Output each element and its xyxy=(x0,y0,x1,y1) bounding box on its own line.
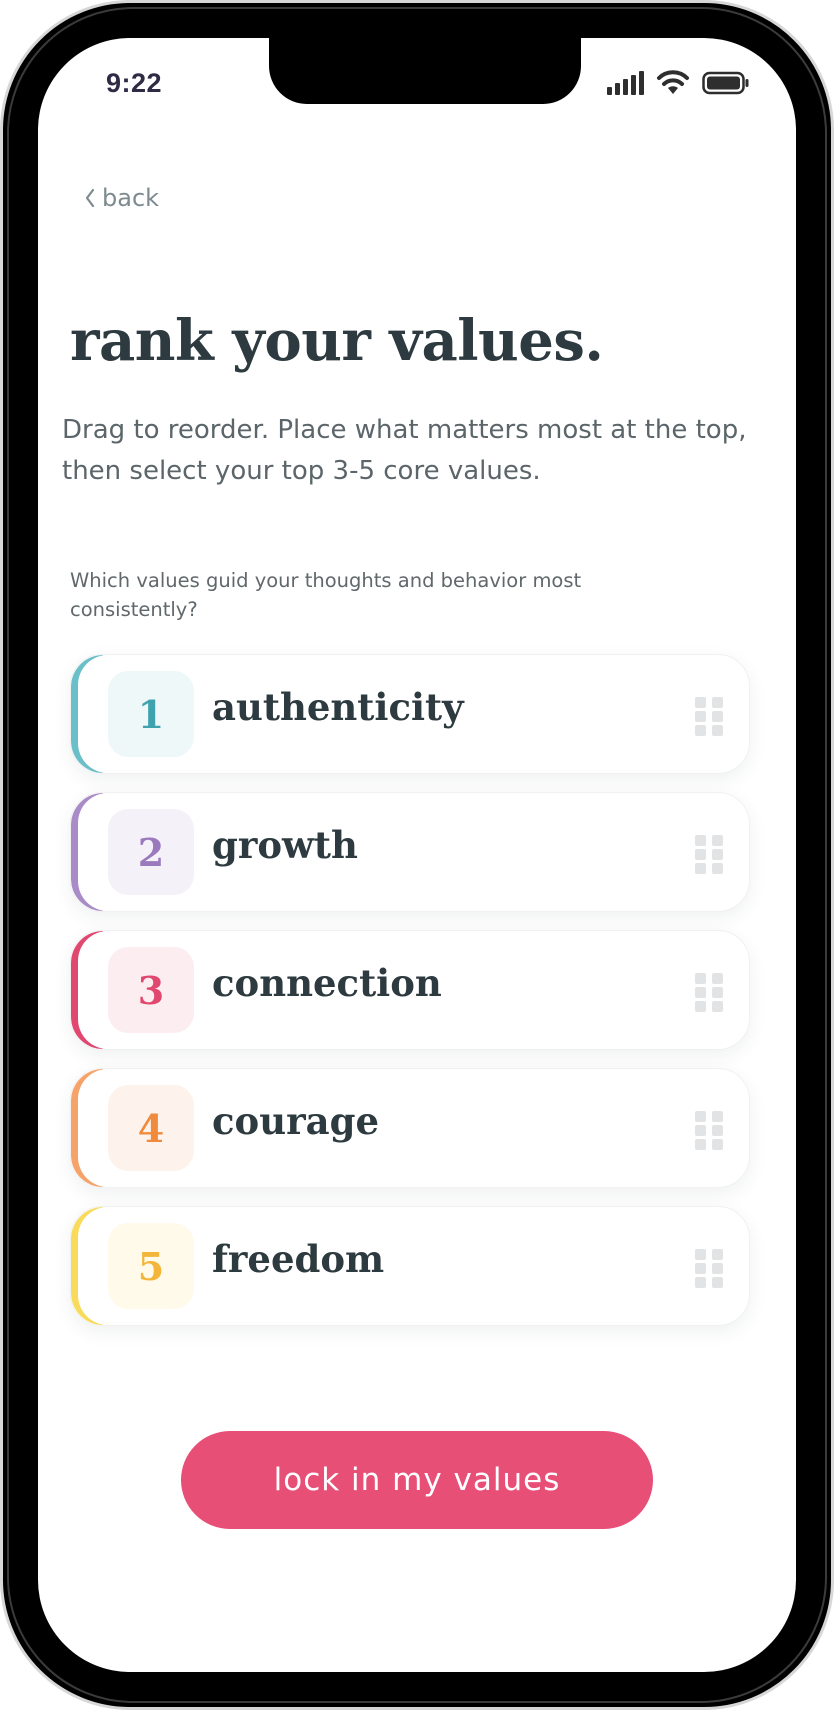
drag-handle-icon[interactable] xyxy=(695,1111,723,1150)
value-card[interactable]: 4 courage xyxy=(70,1068,750,1188)
values-list: 1 authenticity 2 growth 3 connection 4 c… xyxy=(70,654,750,1344)
back-button[interactable]: back xyxy=(84,184,159,212)
value-label: connection xyxy=(212,961,442,1005)
value-card[interactable]: 5 freedom xyxy=(70,1206,750,1326)
value-card[interactable]: 3 connection xyxy=(70,930,750,1050)
rank-badge: 2 xyxy=(108,809,194,895)
drag-handle-icon[interactable] xyxy=(695,697,723,736)
wifi-icon xyxy=(657,70,689,94)
value-card[interactable]: 1 authenticity xyxy=(70,654,750,774)
rank-badge: 3 xyxy=(108,947,194,1033)
screen: 9:22 back rank your values. Drag to reor… xyxy=(38,38,796,1672)
notch xyxy=(269,38,581,104)
rank-badge: 5 xyxy=(108,1223,194,1309)
page-subtitle: Drag to reorder. Place what matters most… xyxy=(62,415,747,486)
prompt-question: Which values guid your thoughts and beha… xyxy=(70,569,582,621)
value-label: courage xyxy=(212,1099,379,1143)
rank-badge: 1 xyxy=(108,671,194,757)
rank-badge: 4 xyxy=(108,1085,194,1171)
page-title: rank your values. xyxy=(70,308,604,374)
value-label: freedom xyxy=(212,1237,385,1281)
lock-in-values-button[interactable]: lock in my values xyxy=(181,1431,653,1529)
drag-handle-icon[interactable] xyxy=(695,1249,723,1288)
value-label: authenticity xyxy=(212,685,464,729)
value-label: growth xyxy=(212,823,358,867)
value-card[interactable]: 2 growth xyxy=(70,792,750,912)
status-icons xyxy=(607,70,750,96)
battery-icon xyxy=(702,71,749,95)
drag-handle-icon[interactable] xyxy=(695,835,723,874)
cellular-signal-icon xyxy=(607,71,644,95)
status-time: 9:22 xyxy=(106,68,163,98)
back-label: back xyxy=(102,184,160,212)
chevron-left-icon xyxy=(85,188,95,208)
drag-handle-icon[interactable] xyxy=(695,973,723,1012)
